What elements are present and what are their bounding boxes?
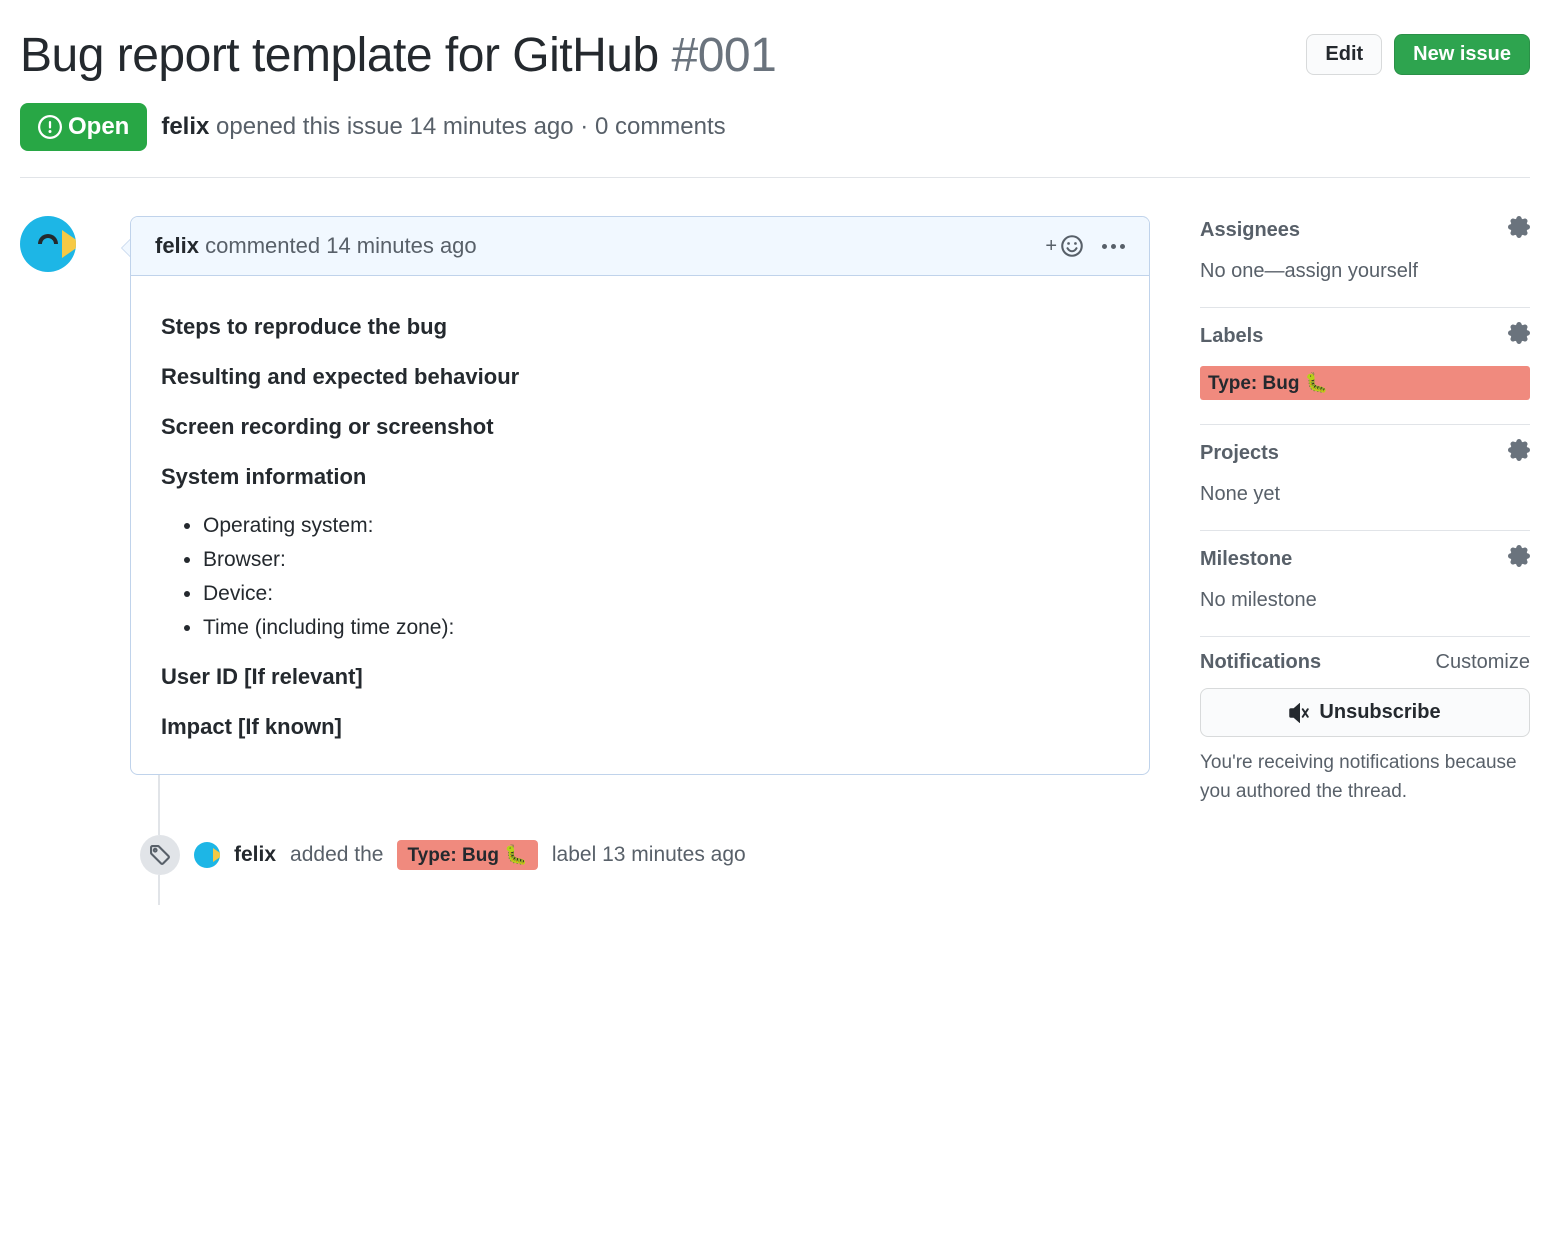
customize-link[interactable]: Customize [1436, 651, 1530, 674]
gear-icon[interactable] [1508, 322, 1530, 350]
section-heading: Impact [If known] [161, 714, 1119, 740]
assignees-body[interactable]: No one—assign yourself [1200, 260, 1530, 283]
milestone-body: No milestone [1200, 589, 1530, 612]
tag-icon [140, 835, 180, 875]
plus-icon: + [1045, 235, 1057, 258]
event-author[interactable]: felix [234, 843, 276, 867]
section-heading: Resulting and expected behaviour [161, 364, 1119, 390]
timeline-line [158, 775, 1150, 835]
list-item: Operating system: [203, 514, 1119, 538]
issue-author[interactable]: felix [161, 113, 209, 140]
sidebar-title-labels: Labels [1200, 325, 1263, 348]
edit-button[interactable]: Edit [1306, 34, 1382, 75]
issue-title: Bug report template for GitHub #001 [20, 28, 1291, 83]
issue-number: #001 [672, 29, 777, 82]
timeline-event: felix added the Type: Bug 🐛 label 13 min… [140, 835, 1150, 875]
avatar-small[interactable] [194, 842, 220, 868]
list-item: Device: [203, 582, 1119, 606]
list-item: Browser: [203, 548, 1119, 572]
sysinfo-list: Operating system: Browser: Device: Time … [203, 514, 1119, 640]
sidebar-title-assignees: Assignees [1200, 219, 1300, 242]
issue-open-icon [38, 115, 62, 139]
comment-author[interactable]: felix [155, 233, 199, 258]
projects-body: None yet [1200, 483, 1530, 506]
avatar[interactable] [20, 216, 76, 272]
comment-action-text: commented 14 minutes ago [205, 233, 477, 258]
issue-opened-text: opened this issue 14 minutes ago · 0 com… [216, 113, 726, 140]
comment-body: Steps to reproduce the bug Resulting and… [131, 276, 1149, 774]
section-heading: Steps to reproduce the bug [161, 314, 1119, 340]
event-pre-text: added the [290, 843, 383, 867]
notifications-explain: You're receiving notifications because y… [1200, 749, 1530, 806]
label-chip[interactable]: Type: Bug 🐛 [1200, 366, 1530, 400]
gear-icon[interactable] [1508, 545, 1530, 573]
mute-icon [1289, 703, 1309, 723]
issue-meta-row: Open felix opened this issue 14 minutes … [20, 103, 1530, 178]
timeline-line [158, 875, 1150, 905]
section-heading: User ID [If relevant] [161, 664, 1119, 690]
sidebar-title-milestone: Milestone [1200, 548, 1292, 571]
section-heading: System information [161, 464, 1119, 490]
comment-menu-button[interactable] [1102, 244, 1125, 249]
gear-icon[interactable] [1508, 439, 1530, 467]
add-reaction-button[interactable]: + [1045, 234, 1084, 258]
comment-card: felix commented 14 minutes ago + Steps t… [130, 216, 1150, 775]
event-post-text: label 13 minutes ago [552, 843, 746, 867]
unsubscribe-button[interactable]: Unsubscribe [1200, 688, 1530, 737]
gear-icon[interactable] [1508, 216, 1530, 244]
emoji-icon [1060, 234, 1084, 258]
state-label: Open [68, 113, 129, 141]
state-badge: Open [20, 103, 147, 151]
unsubscribe-label: Unsubscribe [1319, 701, 1440, 724]
new-issue-button[interactable]: New issue [1394, 34, 1530, 75]
comment-byline: felix commented 14 minutes ago [155, 233, 477, 259]
sidebar-title-notifications: Notifications [1200, 651, 1321, 674]
issue-title-text: Bug report template for GitHub [20, 29, 659, 82]
issue-byline: felix opened this issue 14 minutes ago ·… [161, 113, 725, 141]
list-item: Time (including time zone): [203, 616, 1119, 640]
sidebar-title-projects: Projects [1200, 442, 1279, 465]
label-chip[interactable]: Type: Bug 🐛 [397, 840, 537, 870]
section-heading: Screen recording or screenshot [161, 414, 1119, 440]
